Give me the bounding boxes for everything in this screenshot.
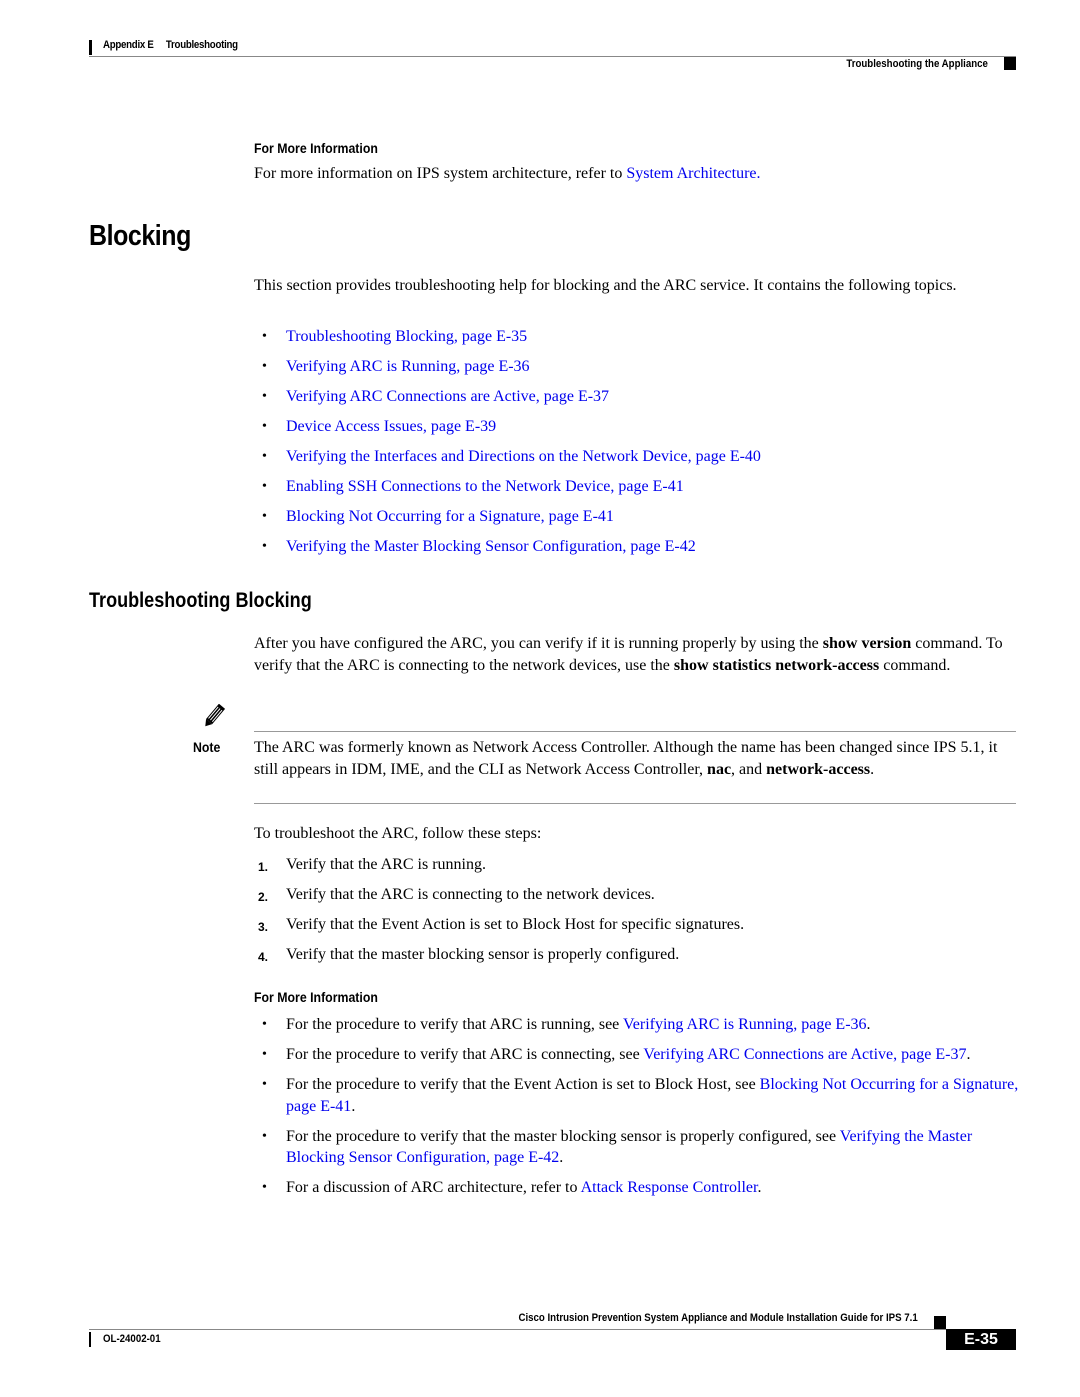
topic-link[interactable]: Verifying the Master Blocking Sensor Con…: [286, 538, 696, 555]
header-marker: [1004, 57, 1016, 70]
header-rule: [89, 56, 1016, 57]
footer-marker: [934, 1316, 946, 1329]
header-breadcrumb: Appendix E Troubleshooting: [103, 39, 238, 51]
footer-rule: [89, 1329, 949, 1330]
page-title: Blocking: [89, 220, 191, 252]
fmi-item: • For the procedure to verify that ARC is…: [262, 1016, 871, 1033]
topic-item: • Blocking Not Occurring for a Signature,…: [262, 508, 614, 525]
section-heading: Troubleshooting Blocking: [89, 589, 312, 612]
steps-list: 1. Verify that the ARC is running. 2. Veri…: [258, 855, 744, 975]
topic-item: • Verifying ARC is Running, page E-36: [262, 358, 530, 375]
fmi-link[interactable]: Verifying ARC is Running, page E-36: [623, 1016, 867, 1033]
command-show-version: show version: [822, 635, 912, 652]
topic-link[interactable]: Verifying the Interfaces and Directions …: [286, 448, 761, 465]
note-label: Note: [193, 739, 221, 755]
topic-link[interactable]: Troubleshooting Blocking, page E-35: [286, 328, 527, 345]
system-architecture-link[interactable]: System Architecture: [626, 165, 756, 182]
command-show-statistics: show statistics network-access: [673, 656, 880, 674]
fmi-item: • For the procedure to verify that ARC is…: [262, 1046, 971, 1063]
topic-item: • Verifying ARC Connections are Active, p…: [262, 388, 610, 405]
step-item: 1. Verify that the ARC is running.: [258, 856, 486, 874]
fmi-item: • For the procedure to verify that the Ev…: [262, 1076, 1019, 1115]
header-section: Troubleshooting the Appliance: [846, 58, 988, 70]
topic-list: • Troubleshooting Blocking, page E-35 • Ve…: [262, 327, 761, 567]
topic-item: • Verifying the Interfaces and Directions…: [262, 448, 761, 465]
step-item: 3. Verify that the Event Action is set to…: [258, 916, 745, 934]
footer-doc-number: OL-24002-01: [103, 1333, 161, 1345]
note-rule-top: [254, 731, 1016, 732]
header-appendix: Appendix E: [103, 39, 154, 51]
fmi-top-heading: For More Information: [254, 140, 378, 156]
fmi-bottom-heading: For More Information: [254, 989, 378, 1005]
step-item: 2. Verify that the ARC is connecting to t…: [258, 886, 655, 904]
topic-item: • Verifying the Master Blocking Sensor Co…: [262, 538, 696, 555]
topic-link[interactable]: Verifying ARC is Running, page E-36: [286, 358, 530, 375]
fmi-top-text: For more information on IPS system archi…: [254, 165, 761, 182]
fmi-link[interactable]: Verifying ARC Connections are Active, pa…: [643, 1046, 966, 1063]
footer-title: Cisco Intrusion Prevention System Applia…: [518, 1312, 918, 1324]
footer-bar: [89, 1332, 91, 1347]
topic-item: • Device Access Issues, page E-39: [262, 418, 497, 435]
topic-item: • Enabling SSH Connections to the Network…: [262, 478, 684, 495]
header-bar: [89, 40, 92, 55]
page-number: E-35: [946, 1329, 1016, 1350]
fmi-list: • For the procedure to verify that ARC is…: [262, 1014, 1022, 1207]
steps-intro: To troubleshoot the ARC, follow these st…: [254, 825, 542, 842]
note-text: The ARC was formerly known as Network Ac…: [254, 739, 998, 778]
topic-link[interactable]: Device Access Issues, page E-39: [286, 418, 496, 435]
fmi-link[interactable]: Attack Response Controller: [581, 1179, 758, 1196]
header-chapter: Troubleshooting: [165, 39, 238, 51]
topic-link[interactable]: Enabling SSH Connections to the Network …: [286, 478, 684, 495]
pencil-icon: [205, 704, 226, 727]
topic-link[interactable]: Verifying ARC Connections are Active, pa…: [286, 388, 609, 405]
note-rule-bottom: [254, 803, 1016, 804]
blocking-intro: This section provides troubleshooting he…: [254, 277, 957, 294]
topic-link[interactable]: Blocking Not Occurring for a Signature, …: [286, 508, 614, 525]
fmi-item: • For a discussion of ARC architecture, r…: [262, 1179, 762, 1196]
fmi-item: • For the procedure to verify that the ma…: [262, 1127, 973, 1167]
topic-item: • Troubleshooting Blocking, page E-35: [262, 328, 528, 345]
step-item: 4. Verify that the master blocking sensor…: [258, 946, 680, 964]
troubleshooting-intro: After you have configured the ARC, you c…: [254, 635, 1003, 674]
